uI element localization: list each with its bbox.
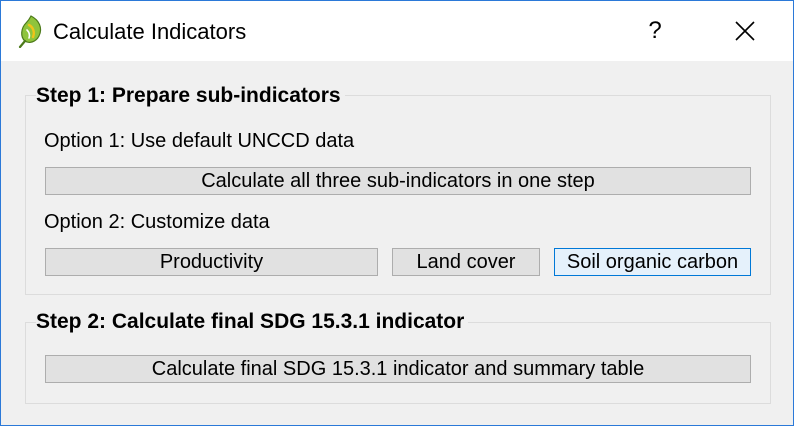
productivity-button[interactable]: Productivity: [45, 248, 378, 276]
title-bar[interactable]: Calculate Indicators ?: [1, 1, 793, 61]
close-icon: [735, 21, 755, 41]
option1-label: Option 1: Use default UNCCD data: [44, 130, 355, 152]
help-button[interactable]: ?: [637, 13, 673, 49]
step1-title: Step 1: Prepare sub-indicators: [36, 83, 345, 109]
window-title: Calculate Indicators: [53, 19, 247, 44]
calculate-all-subindicators-button[interactable]: Calculate all three sub-indicators in on…: [45, 167, 751, 195]
step2-title: Step 2: Calculate final SDG 15.3.1 indic…: [36, 309, 469, 335]
calculate-final-indicator-button[interactable]: Calculate final SDG 15.3.1 indicator and…: [45, 355, 751, 383]
qgis-logo-icon: [17, 14, 45, 49]
land-cover-button[interactable]: Land cover: [392, 248, 540, 276]
calculate-indicators-dialog: Calculate Indicators ? Step 1: Prepare s…: [0, 0, 794, 426]
soil-organic-carbon-button[interactable]: Soil organic carbon: [554, 248, 751, 276]
close-button[interactable]: [727, 13, 763, 49]
option2-label: Option 2: Customize data: [44, 211, 270, 233]
